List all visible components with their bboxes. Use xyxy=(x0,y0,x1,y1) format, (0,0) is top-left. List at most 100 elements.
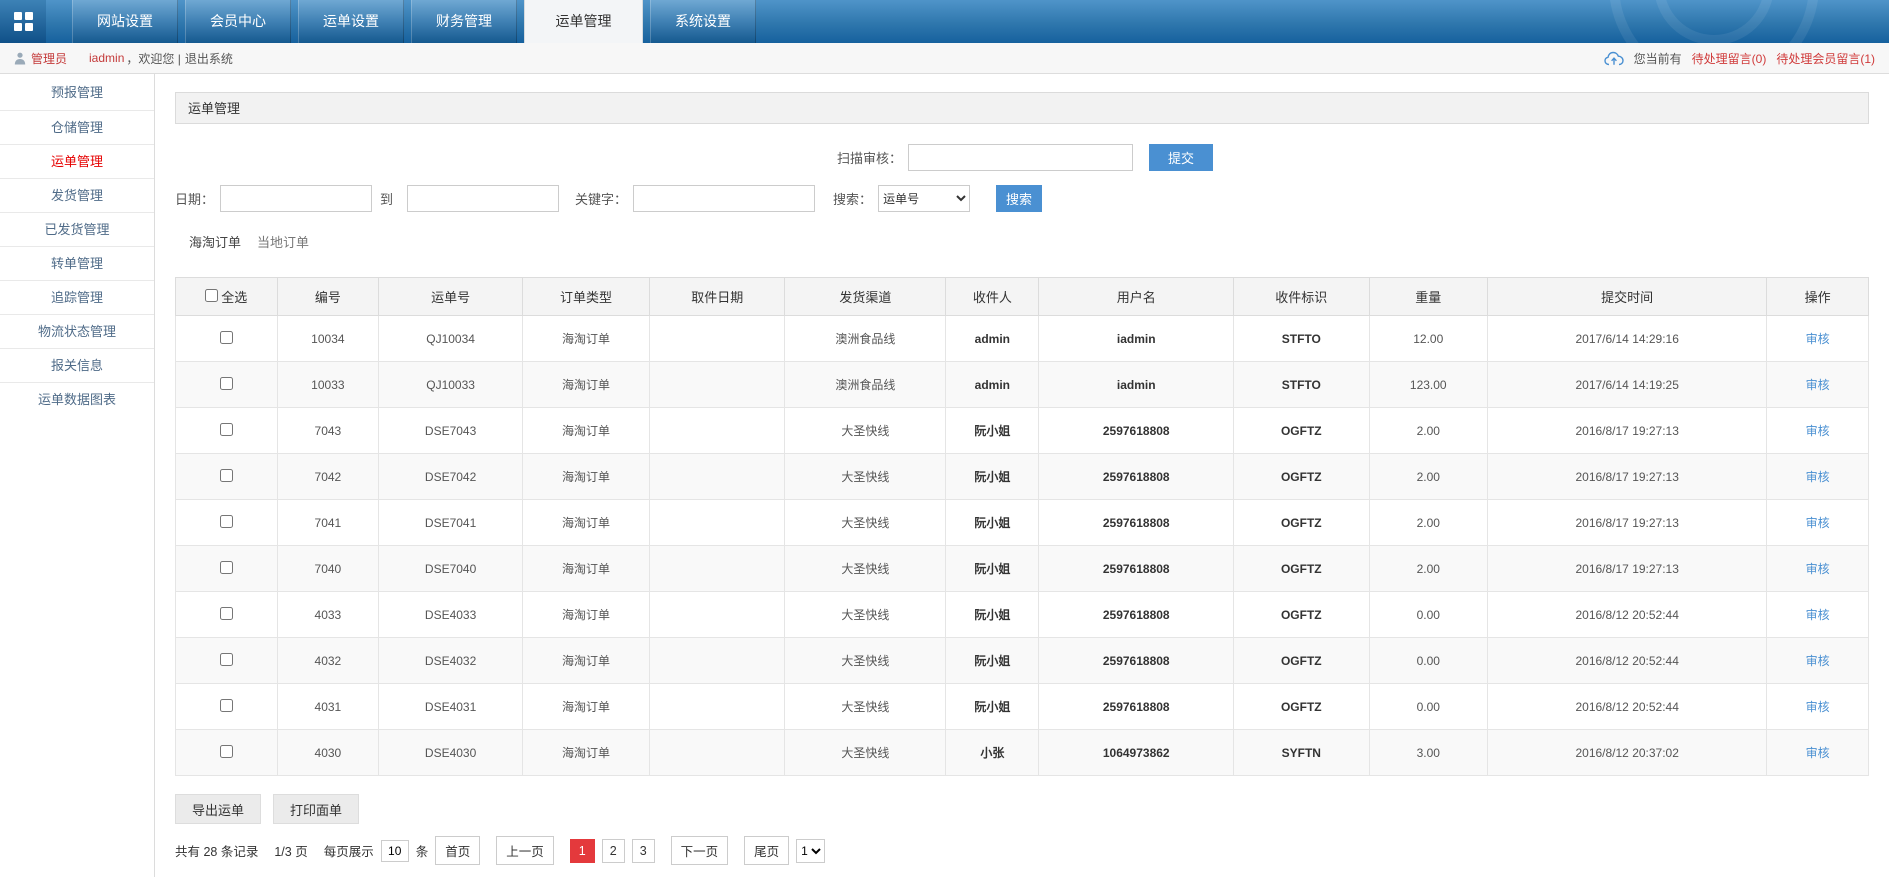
pending-message-link[interactable]: 待处理留言(0) xyxy=(1692,50,1767,67)
date-label: 日期： xyxy=(175,189,214,208)
next-page-button[interactable]: 下一页 xyxy=(671,836,729,865)
row-checkbox[interactable] xyxy=(220,377,233,390)
cell-pickup-date xyxy=(650,500,785,546)
cell-submit-time: 2016/8/17 19:27:13 xyxy=(1488,408,1767,454)
nav-tab-system-settings[interactable]: 系统设置 xyxy=(650,0,756,43)
pending-member-message-link[interactable]: 待处理会员留言(1) xyxy=(1776,50,1875,67)
cell-pickup-date xyxy=(650,316,785,362)
page-title: 运单管理 xyxy=(175,92,1869,124)
logout-link[interactable]: 退出系统 xyxy=(185,50,233,67)
sidebar-item-transfer-management[interactable]: 转单管理 xyxy=(0,246,154,280)
scan-submit-button[interactable]: 提交 xyxy=(1149,144,1213,171)
row-checkbox[interactable] xyxy=(220,331,233,344)
audit-link[interactable]: 审核 xyxy=(1806,424,1830,438)
sidebar-item-shipping-management[interactable]: 发货管理 xyxy=(0,178,154,212)
cell-order-type: 海淘订单 xyxy=(523,408,650,454)
page-number-1[interactable]: 1 xyxy=(570,839,595,863)
watermark-circle xyxy=(1654,0,1774,43)
row-checkbox[interactable] xyxy=(220,469,233,482)
audit-link[interactable]: 审核 xyxy=(1806,654,1830,668)
cell-channel: 澳洲食品线 xyxy=(785,316,946,362)
cell-waybill: DSE4033 xyxy=(379,592,523,638)
cell-channel: 大圣快线 xyxy=(785,408,946,454)
cell-pickup-date xyxy=(650,454,785,500)
audit-link[interactable]: 审核 xyxy=(1806,332,1830,346)
audit-link[interactable]: 审核 xyxy=(1806,608,1830,622)
nav-tab-site-settings[interactable]: 网站设置 xyxy=(72,0,178,43)
cell-order-type: 海淘订单 xyxy=(523,684,650,730)
sidebar-item-warehouse-management[interactable]: 仓储管理 xyxy=(0,110,154,144)
cell-waybill: DSE4030 xyxy=(379,730,523,776)
audit-link[interactable]: 审核 xyxy=(1806,746,1830,760)
first-page-button[interactable]: 首页 xyxy=(435,836,480,865)
date-start-input[interactable] xyxy=(220,185,372,212)
per-page-input[interactable] xyxy=(381,840,409,862)
tab-overseas-orders[interactable]: 海淘订单 xyxy=(189,232,241,251)
table-row: 7042 DSE7042 海淘订单 大圣快线 阮小姐 2597618808 OG… xyxy=(176,454,1869,500)
sidebar-item-waybill-charts[interactable]: 运单数据图表 xyxy=(0,382,154,416)
audit-link[interactable]: 审核 xyxy=(1806,700,1830,714)
waybill-table-body: 10034 QJ10034 海淘订单 澳洲食品线 admin iadmin ST… xyxy=(176,316,1869,776)
cell-order-type: 海淘订单 xyxy=(523,546,650,592)
row-checkbox[interactable] xyxy=(220,515,233,528)
export-waybill-button[interactable]: 导出运单 xyxy=(175,794,261,824)
date-end-input[interactable] xyxy=(407,185,559,212)
scan-audit-input[interactable] xyxy=(908,144,1133,171)
row-checkbox[interactable] xyxy=(220,561,233,574)
footer-buttons: 导出运单 打印面单 xyxy=(175,794,1869,824)
cell-username: 2597618808 xyxy=(1039,638,1234,684)
cell-recipient: 小张 xyxy=(946,730,1039,776)
nav-tab-finance-management[interactable]: 财务管理 xyxy=(411,0,517,43)
cell-no: 4031 xyxy=(277,684,379,730)
welcome-text: ，欢迎您 | xyxy=(126,50,180,67)
audit-link[interactable]: 审核 xyxy=(1806,378,1830,392)
prev-page-button[interactable]: 上一页 xyxy=(496,836,554,865)
cell-select xyxy=(176,362,278,408)
keyword-input[interactable] xyxy=(633,185,815,212)
select-all-checkbox[interactable] xyxy=(205,289,218,302)
sidebar-item-customs-info[interactable]: 报关信息 xyxy=(0,348,154,382)
cell-waybill: DSE7042 xyxy=(379,454,523,500)
col-header-username: 用户名 xyxy=(1039,278,1234,316)
sidebar-item-logistics-status-management[interactable]: 物流状态管理 xyxy=(0,314,154,348)
cell-mark: STFTO xyxy=(1234,362,1369,408)
sidebar-item-waybill-management[interactable]: 运单管理 xyxy=(0,144,154,178)
nav-tab-member-center[interactable]: 会员中心 xyxy=(185,0,291,43)
cell-mark: STFTO xyxy=(1234,316,1369,362)
cell-order-type: 海淘订单 xyxy=(523,638,650,684)
cell-channel: 大圣快线 xyxy=(785,730,946,776)
print-label-button[interactable]: 打印面单 xyxy=(273,794,359,824)
cell-action: 审核 xyxy=(1767,546,1869,592)
row-checkbox[interactable] xyxy=(220,699,233,712)
audit-link[interactable]: 审核 xyxy=(1806,562,1830,576)
tab-local-orders[interactable]: 当地订单 xyxy=(257,232,309,251)
row-checkbox[interactable] xyxy=(220,423,233,436)
page-number-2[interactable]: 2 xyxy=(602,839,625,863)
cell-username: 2597618808 xyxy=(1039,546,1234,592)
search-type-select[interactable]: 运单号 xyxy=(878,185,970,212)
row-checkbox[interactable] xyxy=(220,653,233,666)
main-content: 运单管理 扫描审核： 提交 日期： 到 关键字： 搜索： 运单号 搜索 海淘订单… xyxy=(155,74,1889,877)
last-page-button[interactable]: 尾页 xyxy=(744,836,789,865)
cell-no: 7041 xyxy=(277,500,379,546)
user-bar: 管理员 iadmin ，欢迎您 | 退出系统 您当前有 待处理留言(0) 待处理… xyxy=(0,43,1889,74)
cell-mark: OGFTZ xyxy=(1234,638,1369,684)
page-jump-select[interactable]: 1 xyxy=(796,839,825,863)
cell-username: 2597618808 xyxy=(1039,454,1234,500)
app-menu-button[interactable] xyxy=(0,0,46,43)
audit-link[interactable]: 审核 xyxy=(1806,470,1830,484)
nav-tab-waybill-management[interactable]: 运单管理 xyxy=(524,0,643,43)
audit-link[interactable]: 审核 xyxy=(1806,516,1830,530)
row-checkbox[interactable] xyxy=(220,745,233,758)
cell-recipient: 阮小姐 xyxy=(946,500,1039,546)
search-button[interactable]: 搜索 xyxy=(996,185,1042,212)
sidebar-item-shipped-management[interactable]: 已发货管理 xyxy=(0,212,154,246)
sidebar-item-tracking-management[interactable]: 追踪管理 xyxy=(0,280,154,314)
nav-tab-waybill-settings[interactable]: 运单设置 xyxy=(298,0,404,43)
page-number-3[interactable]: 3 xyxy=(632,839,655,863)
sidebar-item-forecast-management[interactable]: 预报管理 xyxy=(0,76,154,110)
cell-mark: OGFTZ xyxy=(1234,408,1369,454)
row-checkbox[interactable] xyxy=(220,607,233,620)
username-label: iadmin xyxy=(89,51,124,65)
nav-tabs: 网站设置 会员中心 运单设置 财务管理 运单管理 系统设置 xyxy=(72,0,756,43)
